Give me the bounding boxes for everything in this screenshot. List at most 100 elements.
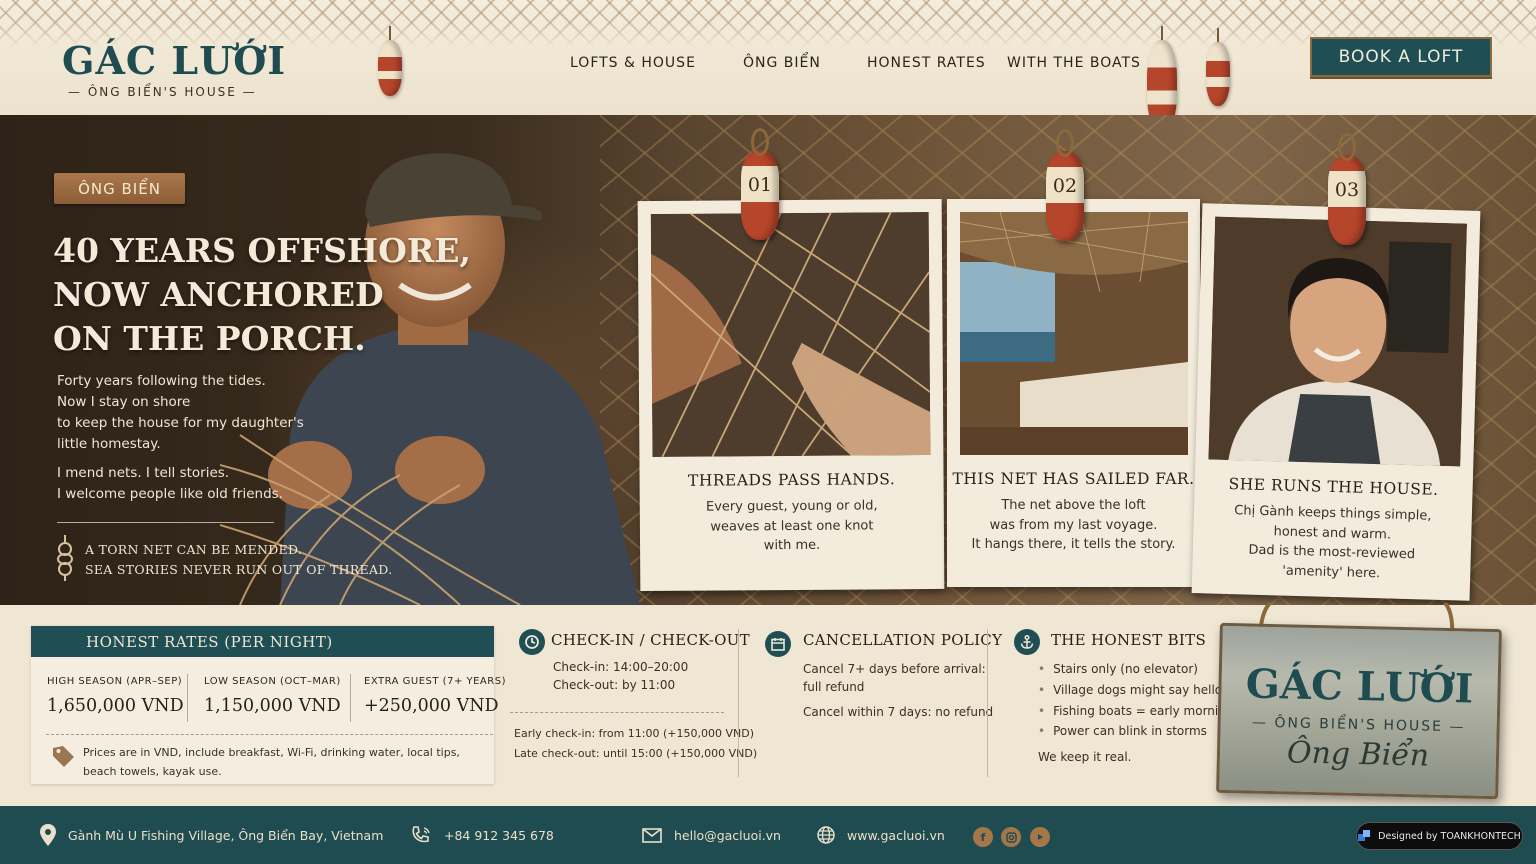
anchor-icon (1014, 629, 1040, 655)
hero-quote: A TORN NET CAN BE MENDED. SEA STORIES NE… (85, 540, 392, 580)
hero-intro-line: little homestay. (57, 436, 161, 452)
calendar-icon (765, 631, 791, 657)
checkin-title: CHECK-IN / CHECK-OUT (551, 631, 750, 649)
hero-intro-line: to keep the house for my daughter's (57, 415, 304, 431)
buoy-icon (1206, 42, 1230, 106)
rate-label: EXTRA GUEST (7+ YEARS) (364, 676, 506, 687)
divider (350, 674, 351, 722)
number-buoy-03: 03 (1328, 155, 1366, 245)
loft-bedroom-photo (960, 212, 1188, 455)
mail-icon (642, 827, 662, 843)
divider (46, 734, 493, 735)
rate-label: HIGH SEASON (APR–SEP) (47, 676, 183, 687)
rate-high-season: HIGH SEASON (APR–SEP) 1,650,000 VND (47, 676, 184, 716)
logo-subtitle: — ÔNG BIỂN'S HOUSE — (68, 85, 257, 99)
nav-with-the-boats[interactable]: WITH THE BOATS (1007, 55, 1141, 71)
honest-bits-title: THE HONEST BITS (1051, 631, 1207, 649)
cancellation-rule: Cancel within 7 days: no refund (803, 705, 994, 719)
cancellation-rule: Cancel 7+ days before arrival: (803, 662, 986, 676)
hero-section: ÔNG BIỂN 40 YEARS OFFSHORE, NOW ANCHORED… (0, 115, 1536, 605)
globe-icon (817, 826, 835, 844)
card-title: THREADS PASS HANDS. (687, 470, 896, 490)
honest-rates-panel: HONEST RATES (PER NIGHT) HIGH SEASON (AP… (31, 626, 506, 784)
site-footer: Gành Mù U Fishing Village, Ông Biển Bay,… (0, 806, 1536, 864)
honest-bit-item: Power can blink in storms (1038, 724, 1207, 738)
card-body-line: The net above the loft (1001, 498, 1146, 513)
card-body-line: Every guest, young or old, (705, 498, 878, 515)
hero-intro-line: Forty years following the tides. (57, 373, 266, 389)
story-card-she-runs: SHE RUNS THE HOUSE. Chị Gành keeps thing… (1191, 203, 1481, 601)
divider (738, 629, 739, 777)
checkout-time: Check-out: by 11:00 (553, 678, 676, 692)
footer-email[interactable]: hello@gacluoi.vn (642, 806, 781, 864)
nav-ong-bien[interactable]: ÔNG BIỂN (743, 55, 867, 71)
rate-value: 1,650,000 VND (47, 696, 184, 716)
designer-credit-badge[interactable]: Designed by TOANKHONTECH (1356, 822, 1523, 850)
rope-knot-icon (57, 535, 73, 581)
instagram-icon[interactable] (1001, 827, 1021, 847)
story-card-threads: THREADS PASS HANDS. Every guest, young o… (637, 198, 945, 592)
rates-header: HONEST RATES (PER NIGHT) (31, 626, 494, 657)
rates-note: Prices are in VND, include breakfast, Wi… (83, 743, 460, 781)
hero-title-line: 40 YEARS OFFSHORE, (53, 231, 471, 270)
card-title: SHE RUNS THE HOUSE. (1228, 475, 1439, 499)
hero-intro-line: Now I stay on shore (57, 394, 191, 410)
youtube-icon[interactable] (1030, 827, 1050, 847)
rate-value: +250,000 VND (364, 696, 499, 716)
nav-honest-rates[interactable]: HONEST RATES (867, 55, 1007, 71)
map-pin-icon (40, 824, 56, 846)
card-body-line: was from my last voyage. (989, 517, 1158, 533)
sign-subtitle: — ÔNG BIỂN'S HOUSE — (1251, 714, 1466, 736)
card-body-line: It hangs there, it tells the story. (971, 537, 1176, 552)
rate-extra-guest: EXTRA GUEST (7+ YEARS) +250,000 VND (364, 676, 506, 716)
divider (57, 522, 274, 523)
divider (187, 674, 188, 722)
hands-weaving-net-photo (650, 212, 931, 457)
story-card-net-sailed: THIS NET HAS SAILED FAR. The net above t… (947, 199, 1200, 587)
early-checkin: Early check-in: from 11:00 (+150,000 VND… (514, 727, 754, 740)
divider (510, 712, 724, 713)
card-body: The net above the loft was from my last … (947, 496, 1200, 555)
footer-website[interactable]: www.gacluoi.vn (817, 806, 945, 864)
nav-lofts-house[interactable]: LOFTS & HOUSE (570, 55, 743, 71)
phone-text: +84 912 345 678 (444, 827, 554, 843)
card-body: Chị Gành keeps things simple, honest and… (1192, 500, 1472, 586)
main-nav: LOFTS & HOUSE ÔNG BIỂN HONEST RATES WITH… (570, 55, 1141, 71)
hero-title: 40 YEARS OFFSHORE, NOW ANCHORED ON THE P… (53, 229, 471, 361)
logo-title[interactable]: GÁC LƯỚI (62, 38, 286, 83)
daughter-portrait-photo (1208, 216, 1468, 467)
buoy-icon (1147, 40, 1177, 115)
email-text: hello@gacluoi.vn (674, 827, 781, 843)
rate-value: 1,150,000 VND (204, 696, 341, 716)
facebook-icon[interactable]: f (973, 827, 993, 847)
phone-icon (412, 826, 430, 843)
footer-address: Gành Mù U Fishing Village, Ông Biển Bay,… (40, 806, 383, 864)
rate-label: LOW SEASON (OCT–MAR) (204, 676, 341, 687)
rates-note-line: Prices are in VND, include breakfast, Wi… (83, 746, 460, 759)
hero-intro-secondary: I mend nets. I tell stories. I welcome p… (57, 463, 307, 505)
late-checkout: Late check-out: until 15:00 (+150,000 VN… (514, 747, 758, 760)
cancellation-title: CANCELLATION POLICY (803, 631, 1003, 649)
address-text: Gành Mù U Fishing Village, Ông Biển Bay,… (68, 827, 384, 843)
hero-intro-line: I mend nets. I tell stories. (57, 465, 230, 481)
card-body-line: with me. (763, 537, 821, 554)
hero-tag: ÔNG BIỂN (54, 173, 185, 204)
hero-intro-line: I welcome people like old friends. (57, 486, 283, 502)
logo-icon (1358, 830, 1371, 841)
site-header: GÁC LƯỚI — ÔNG BIỂN'S HOUSE — LOFTS & HO… (0, 0, 1536, 115)
card-body: Every guest, young or old, weaves at lea… (640, 496, 944, 557)
buoy-icon (378, 40, 402, 96)
hero-intro: Forty years following the tides. Now I s… (57, 371, 307, 455)
checkin-time: Check-in: 14:00–20:00 (553, 660, 689, 674)
footer-phone[interactable]: +84 912 345 678 (410, 806, 554, 864)
wooden-sign: GÁC LƯỚI — ÔNG BIỂN'S HOUSE — Ông Biển (1216, 622, 1502, 800)
honest-bit-item: Village dogs might say hello (1038, 683, 1222, 697)
honest-bit-item: Fishing boats = early mornings (1038, 704, 1240, 718)
website-text: www.gacluoi.vn (847, 827, 945, 843)
hero-quote-line: A TORN NET CAN BE MENDED. (85, 542, 303, 557)
book-a-loft-button[interactable]: BOOK A LOFT (1310, 37, 1492, 77)
card-title: THIS NET HAS SAILED FAR. (952, 470, 1195, 488)
cancellation-rule: full refund (803, 680, 865, 694)
clock-icon (519, 629, 545, 655)
hero-quote-line: SEA STORIES NEVER RUN OUT OF THREAD. (85, 562, 393, 577)
